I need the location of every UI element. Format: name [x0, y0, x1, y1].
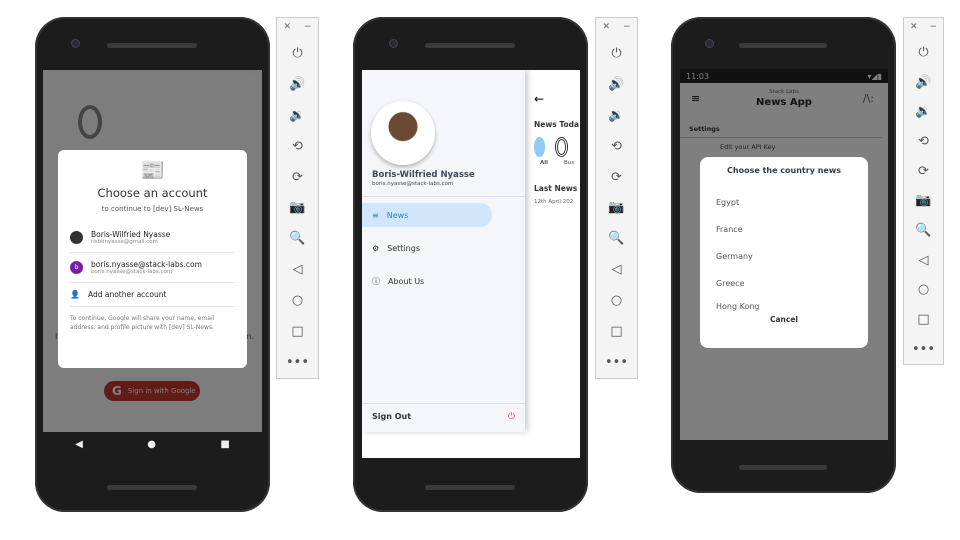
news-page: ← News Toda All Bus Last News 12th April … — [522, 70, 580, 458]
country-option[interactable]: Greece — [700, 270, 868, 297]
profile-avatar — [371, 101, 435, 165]
camera-icon[interactable]: 📷 — [289, 192, 305, 223]
phone-3: 11:03▾◢▮ ≡ Stack Labs News App /\: Setti… — [671, 17, 896, 493]
recents-icon[interactable]: ■ — [220, 439, 229, 450]
speaker — [107, 43, 197, 48]
power-icon[interactable]: ⏻ — [611, 38, 621, 69]
emulator-toolbar: ✕ − ⏻ 🔊 🔉 ⟲ ⟳ 📷 🔍 ◁ ○ □ ••• — [276, 17, 319, 379]
volume-down-icon[interactable]: 🔉 — [915, 97, 931, 127]
menu-item-about[interactable]: ⓘ About Us — [362, 269, 492, 293]
dialog-footer: To continue, Google will share your name… — [70, 315, 215, 331]
camera-icon[interactable]: 📷 — [915, 186, 931, 216]
back-icon[interactable]: ◁ — [612, 254, 622, 285]
zoom-icon[interactable]: 🔍 — [608, 223, 624, 254]
close-button[interactable]: ✕ — [283, 22, 291, 38]
zoom-icon[interactable]: 🔍 — [915, 216, 931, 246]
volume-down-icon[interactable]: 🔉 — [608, 100, 624, 131]
rotate-left-icon[interactable]: ⟲ — [918, 127, 929, 157]
phone-1: 11:03▾◢▮ It n. GSign in with Google 📰 Ch… — [35, 17, 270, 512]
account-item[interactable]: Boris-Wilfried Nyasse risbonyasse@gmail.c… — [70, 223, 235, 253]
home-icon[interactable]: ○ — [611, 285, 622, 316]
speaker — [425, 43, 515, 48]
minimize-button[interactable]: − — [623, 22, 631, 38]
overview-icon[interactable]: □ — [291, 316, 303, 347]
camera-icon[interactable]: 📷 — [608, 192, 624, 223]
dialog-title: Choose the country news — [727, 166, 841, 175]
screen: ← News Toda All Bus Last News 12th April … — [362, 70, 580, 458]
screen: 11:03▾◢▮ It n. GSign in with Google 📰 Ch… — [43, 70, 262, 432]
power-icon[interactable]: ⏻ — [292, 38, 302, 69]
back-arrow-icon[interactable]: ← — [534, 92, 568, 106]
speaker — [425, 485, 515, 490]
zoom-icon[interactable]: 🔍 — [289, 223, 305, 254]
speaker — [107, 485, 197, 490]
overview-icon[interactable]: □ — [610, 316, 622, 347]
cancel-button[interactable]: Cancel — [700, 315, 868, 324]
camera — [71, 39, 80, 48]
rotate-right-icon[interactable]: ⟳ — [292, 162, 303, 193]
country-option[interactable]: France — [700, 216, 868, 243]
menu-item-settings[interactable]: ⚙ Settings — [362, 236, 492, 260]
newspaper-icon: 📰 — [140, 158, 165, 182]
power-icon: ⏻ — [507, 412, 515, 422]
dialog-title: Choose an account — [97, 186, 208, 200]
speaker — [739, 465, 827, 470]
volume-down-icon[interactable]: 🔉 — [289, 100, 305, 131]
country-option[interactable]: Germany — [700, 243, 868, 270]
volume-up-icon[interactable]: 🔊 — [915, 67, 931, 97]
screen: 11:03▾◢▮ ≡ Stack Labs News App /\: Setti… — [680, 69, 888, 440]
back-icon[interactable]: ◁ — [919, 245, 929, 275]
menu-item-news[interactable]: ≡ News — [362, 203, 492, 227]
volume-up-icon[interactable]: 🔊 — [608, 69, 624, 100]
category-all-icon[interactable] — [534, 137, 545, 157]
minimize-button[interactable]: − — [929, 22, 937, 38]
add-person-icon: 👤 — [70, 290, 80, 299]
country-option[interactable]: Hong Kong — [700, 297, 868, 315]
more-icon[interactable]: ••• — [605, 347, 628, 378]
account-item[interactable]: b boris.nyasse@stack-labs.com boris.nyasse… — [70, 253, 235, 283]
close-button[interactable]: ✕ — [910, 22, 918, 38]
volume-up-icon[interactable]: 🔊 — [289, 69, 305, 100]
list-icon: ≡ — [372, 210, 379, 220]
navigation-drawer: Boris-Wilfried Nyasse boris.nyasse@stack… — [362, 70, 525, 432]
speaker — [739, 43, 827, 48]
user-name: Boris-Wilfried Nyasse — [372, 170, 475, 180]
home-icon[interactable]: ○ — [918, 275, 929, 305]
phone-2: ← News Toda All Bus Last News 12th April … — [353, 17, 588, 512]
sign-out-button[interactable]: Sign Out ⏻ — [362, 403, 525, 430]
add-account-button[interactable]: 👤 Add another account — [70, 283, 235, 307]
nav-bar: ◀ ● ■ — [43, 432, 262, 456]
back-icon[interactable]: ◀ — [75, 439, 83, 450]
home-icon[interactable]: ○ — [292, 285, 303, 316]
camera — [705, 39, 714, 48]
minimize-button[interactable]: − — [304, 22, 312, 38]
emulator-toolbar: ✕ − ⏻ 🔊 🔉 ⟲ ⟳ 📷 🔍 ◁ ○ □ ••• — [595, 17, 638, 379]
account-chooser-dialog: 📰 Choose an account to continue to [dev]… — [58, 150, 247, 368]
rotate-left-icon[interactable]: ⟲ — [611, 131, 622, 162]
back-icon[interactable]: ◁ — [293, 254, 303, 285]
rotate-left-icon[interactable]: ⟲ — [292, 131, 303, 162]
country-dialog: Choose the country news Egypt France Ger… — [700, 157, 868, 348]
rotate-right-icon[interactable]: ⟳ — [611, 162, 622, 193]
overview-icon[interactable]: □ — [917, 305, 929, 335]
more-icon[interactable]: ••• — [286, 347, 309, 378]
category-business-icon[interactable] — [554, 137, 568, 157]
avatar — [70, 231, 83, 244]
country-option[interactable]: Egypt — [700, 189, 868, 216]
avatar: b — [70, 261, 83, 274]
camera — [389, 39, 398, 48]
user-email: boris.nyasse@stack-labs.com — [372, 181, 454, 187]
more-icon[interactable]: ••• — [912, 334, 935, 364]
emulator-toolbar: ✕ − ⏻ 🔊 🔉 ⟲ ⟳ 📷 🔍 ◁ ○ □ ••• — [903, 17, 944, 365]
close-button[interactable]: ✕ — [602, 22, 610, 38]
dialog-subtitle: to continue to [dev] SL-News — [101, 205, 204, 213]
gear-icon: ⚙ — [372, 243, 380, 253]
rotate-right-icon[interactable]: ⟳ — [918, 156, 929, 186]
home-icon[interactable]: ● — [147, 439, 156, 450]
power-icon[interactable]: ⏻ — [918, 38, 928, 68]
info-icon: ⓘ — [372, 276, 380, 286]
